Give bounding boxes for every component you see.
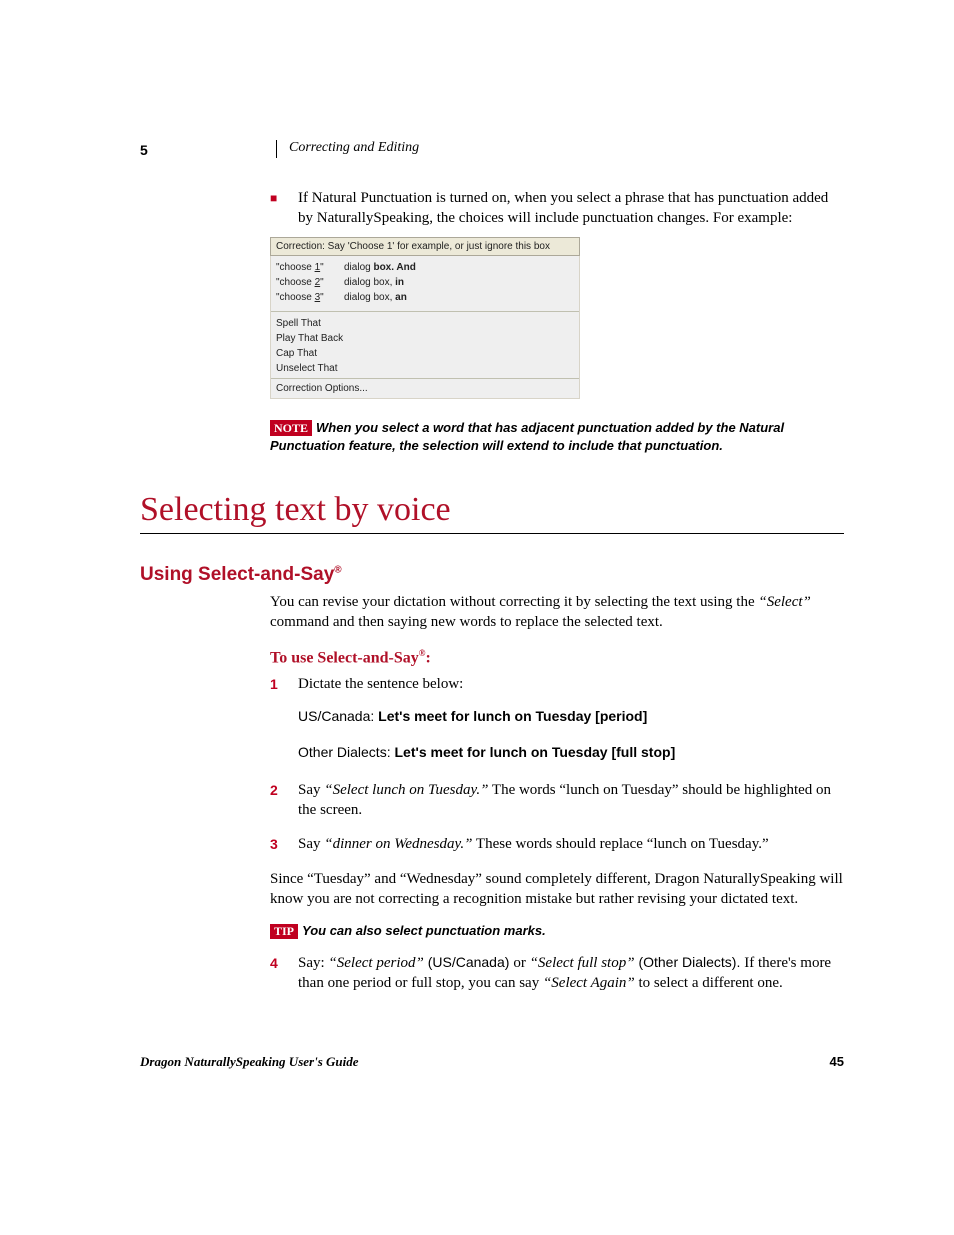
chapter-number: 5 — [140, 142, 276, 158]
dialog-actions: Spell That Play That Back Cap That Unsel… — [276, 316, 574, 376]
note-badge: NOTE — [270, 420, 312, 437]
note-callout: NOTEWhen you select a word that has adja… — [270, 419, 844, 455]
footer-page-number: 45 — [830, 1054, 844, 1070]
step-number: 1 — [270, 674, 298, 694]
step-number: 2 — [270, 780, 298, 821]
subsection-heading: Using Select-and-Say® — [140, 564, 844, 586]
dialog-choice: "choose 3" dialog box, an — [276, 290, 574, 305]
bullet-item: ■ If Natural Punctuation is turned on, w… — [270, 188, 844, 229]
dialog-action: Unselect That — [276, 361, 574, 376]
chapter-title: Correcting and Editing — [276, 140, 419, 158]
document-page: 5 Correcting and Editing ■ If Natural Pu… — [0, 0, 954, 1130]
square-bullet-icon: ■ — [270, 188, 298, 229]
step-4: 4 Say: “Select period” (US/Canada) or “S… — [270, 953, 844, 994]
dialog-options: Correction Options... — [276, 383, 574, 394]
dialog-choice-list: "choose 1" dialog box. And "choose 2" di… — [276, 260, 574, 309]
example-line: US/Canada: Let's meet for lunch on Tuesd… — [298, 708, 844, 726]
note-text: When you select a word that has adjacent… — [270, 420, 784, 453]
step-text: Say “dinner on Wednesday.” These words s… — [298, 834, 769, 854]
step-3: 3 Say “dinner on Wednesday.” These words… — [270, 834, 844, 854]
page-footer: Dragon NaturallySpeaking User's Guide 45 — [140, 1054, 844, 1070]
dialog-action: Spell That — [276, 316, 574, 331]
step-text: Dictate the sentence below: — [298, 674, 463, 694]
step-2: 2 Say “Select lunch on Tuesday.” The wor… — [270, 780, 844, 821]
dialog-header: Correction: Say 'Choose 1' for example, … — [270, 237, 580, 256]
step-1: 1 Dictate the sentence below: — [270, 674, 844, 694]
step-number: 4 — [270, 953, 298, 994]
running-header: 5 Correcting and Editing — [140, 140, 844, 158]
dialog-action: Play That Back — [276, 331, 574, 346]
step-text: Say: “Select period” (US/Canada) or “Sel… — [298, 953, 844, 994]
correction-dialog: Correction: Say 'Choose 1' for example, … — [270, 237, 580, 399]
paragraph: You can revise your dictation without co… — [270, 592, 844, 633]
dialog-choice: "choose 1" dialog box. And — [276, 260, 574, 275]
footer-guide-title: Dragon NaturallySpeaking User's Guide — [140, 1054, 359, 1070]
section-heading: Selecting text by voice — [140, 491, 844, 534]
example-line: Other Dialects: Let's meet for lunch on … — [298, 744, 844, 762]
body-column: ■ If Natural Punctuation is turned on, w… — [270, 188, 844, 455]
tip-badge: TIP — [270, 924, 298, 939]
procedure-heading: To use Select-and-Say®: — [270, 648, 844, 667]
dialog-choice: "choose 2" dialog box, in — [276, 275, 574, 290]
paragraph: Since “Tuesday” and “Wednesday” sound co… — [270, 869, 844, 910]
tip-callout: TIP You can also select punctuation marks… — [270, 923, 844, 939]
paragraph: If Natural Punctuation is turned on, whe… — [298, 188, 844, 229]
dialog-action: Cap That — [276, 346, 574, 361]
step-number: 3 — [270, 834, 298, 854]
tip-text: You can also select punctuation marks. — [302, 923, 546, 938]
step-text: Say “Select lunch on Tuesday.” The words… — [298, 780, 844, 821]
